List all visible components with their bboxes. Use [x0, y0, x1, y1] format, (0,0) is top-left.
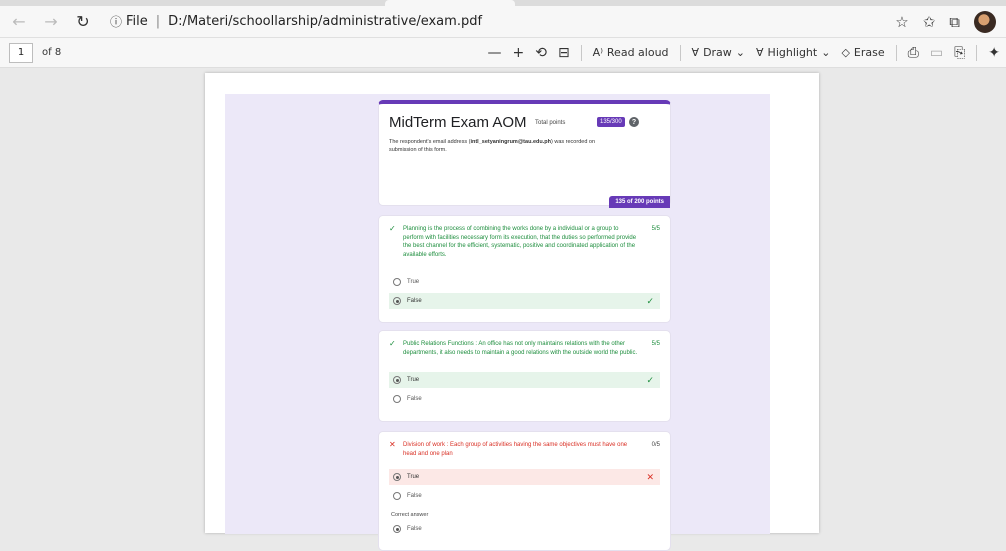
question-points: 5/5 [651, 226, 660, 232]
close-icon: ✕ [646, 471, 654, 482]
save-as-icon[interactable]: ⎘ [954, 45, 965, 61]
question-text: Public Relations Functions : An office h… [403, 341, 638, 356]
option-label: True [407, 377, 420, 383]
question-header: ✓ Planning is the process of combining t… [389, 225, 660, 259]
option-label: False [407, 493, 422, 499]
toolbar-divider [895, 44, 897, 61]
favorites-icon[interactable]: ✩ [923, 13, 936, 31]
url-text[interactable]: D:/Materi/schoollarship/administrative/e… [168, 14, 482, 29]
option-true-selected[interactable]: True ✕ [389, 469, 660, 485]
toolbar-divider [580, 44, 582, 61]
read-aloud-label: Read aloud [606, 46, 669, 59]
erase-label: Erase [853, 46, 885, 59]
url-field[interactable]: ⓘ File | D:/Materi/schoollarship/adminis… [110, 13, 482, 30]
highlight-button[interactable]: ∀ Highlight ⌄ [756, 46, 830, 59]
pdf-page: MidTerm Exam AOM Total points 135/300 ? … [205, 73, 819, 551]
correct-answer-option: False [389, 521, 660, 537]
pdf-viewer[interactable]: MidTerm Exam AOM Total points 135/300 ? … [0, 69, 1006, 551]
active-tab[interactable] [385, 0, 515, 6]
question-points: 5/5 [651, 341, 660, 347]
eraser-icon: ◇ [841, 46, 850, 59]
toolbar-divider [679, 44, 681, 61]
page-count: of 8 [42, 47, 62, 58]
radio-selected-icon [393, 473, 401, 481]
option-label: False [407, 298, 422, 304]
question-header: ✕ Division of work : Each group of activ… [389, 441, 660, 458]
option-label: False [407, 396, 422, 402]
form-background: MidTerm Exam AOM Total points 135/300 ? … [225, 94, 770, 551]
pin-icon[interactable]: ✦ [988, 45, 1000, 61]
tab-strip [0, 0, 1006, 6]
fit-page-icon[interactable]: ⊟ [558, 45, 570, 61]
question-points: 0/5 [651, 442, 660, 448]
draw-chevron-down-icon[interactable]: ⌄ [736, 46, 745, 59]
question-text: Planning is the process of combining the… [403, 226, 637, 258]
draw-icon: ∀ [691, 46, 700, 59]
forward-icon[interactable]: → [38, 9, 64, 35]
rotate-icon[interactable]: ⟲ [535, 45, 547, 61]
correct-check-icon: ✓ [389, 224, 396, 233]
correct-answer-label: Correct answer [391, 512, 429, 518]
radio-icon [393, 395, 401, 403]
address-bar: ← → ↻ ⓘ File | D:/Materi/schoollarship/a… [0, 6, 1006, 38]
question-card: ✓ Public Relations Functions : An office… [378, 330, 671, 422]
favorite-star-icon[interactable]: ☆ [895, 13, 908, 31]
section-score-badge: 135 of 200 points [609, 196, 670, 208]
draw-button[interactable]: ∀ Draw ⌄ [692, 46, 745, 59]
correct-check-icon: ✓ [389, 339, 396, 348]
radio-selected-icon [393, 525, 401, 533]
pdf-toolbar: 1 of 8 — + ⟲ ⊟ A⁾ Read aloud ∀ Draw ⌄ ∀ … [0, 38, 1006, 68]
info-icon[interactable]: ⓘ [110, 13, 122, 30]
print-icon[interactable]: ⎙ [908, 45, 919, 61]
email-note: The respondent's email address (intl_set… [389, 138, 624, 154]
back-icon[interactable]: ← [6, 9, 32, 35]
save-icon[interactable]: ▭ [930, 45, 943, 61]
option-label: True [407, 279, 420, 285]
total-points-label: Total points [535, 120, 566, 126]
pdf-tools: — + ⟲ ⊟ A⁾ Read aloud ∀ Draw ⌄ ∀ Highlig… [487, 44, 1006, 61]
radio-icon [393, 278, 401, 286]
draw-label: Draw [703, 46, 732, 59]
total-points-badge: 135/300 [597, 117, 625, 127]
radio-icon [393, 492, 401, 500]
form-title: MidTerm Exam AOM [389, 114, 527, 131]
question-header: ✓ Public Relations Functions : An office… [389, 340, 660, 357]
highlight-chevron-down-icon[interactable]: ⌄ [821, 46, 830, 59]
email-note-prefix: The respondent's email address ( [389, 139, 471, 145]
read-aloud-icon: A⁾ [592, 46, 603, 59]
question-text: Division of work : Each group of activit… [403, 442, 628, 457]
option-true-selected[interactable]: True ✓ [389, 372, 660, 388]
incorrect-x-icon: ✕ [389, 440, 396, 449]
zoom-in-icon[interactable]: + [512, 45, 524, 61]
form-header-card: MidTerm Exam AOM Total points 135/300 ? … [378, 100, 671, 208]
option-false[interactable]: False [389, 488, 660, 504]
profile-avatar[interactable] [974, 10, 996, 33]
option-false-selected[interactable]: False ✓ [389, 293, 660, 309]
zoom-out-icon[interactable]: — [487, 45, 501, 61]
page-number-input[interactable]: 1 [9, 42, 33, 63]
erase-button[interactable]: ◇ Erase [841, 46, 884, 59]
help-icon: ? [629, 117, 639, 127]
check-icon: ✓ [646, 295, 654, 306]
question-card: ✕ Division of work : Each group of activ… [378, 431, 671, 551]
radio-selected-icon [393, 376, 401, 384]
radio-selected-icon [393, 297, 401, 305]
browser-actions: ☆ ✩ ⧉ [895, 10, 1006, 33]
respondent-email: intl_setyaningrum@tau.edu.ph [470, 139, 551, 145]
highlight-label: Highlight [767, 46, 818, 59]
check-icon: ✓ [646, 374, 654, 385]
option-true[interactable]: True [389, 274, 660, 290]
refresh-icon[interactable]: ↻ [70, 9, 96, 35]
url-scheme-label: File [126, 14, 148, 29]
option-false[interactable]: False [389, 391, 660, 407]
option-label: True [407, 474, 420, 480]
read-aloud-button[interactable]: A⁾ Read aloud [593, 46, 669, 59]
question-card: ✓ Planning is the process of combining t… [378, 215, 671, 323]
toolbar-divider [976, 44, 978, 61]
option-label: False [407, 526, 422, 532]
collections-icon[interactable]: ⧉ [949, 13, 960, 31]
highlight-icon: ∀ [756, 46, 764, 59]
url-separator: | [155, 14, 161, 29]
